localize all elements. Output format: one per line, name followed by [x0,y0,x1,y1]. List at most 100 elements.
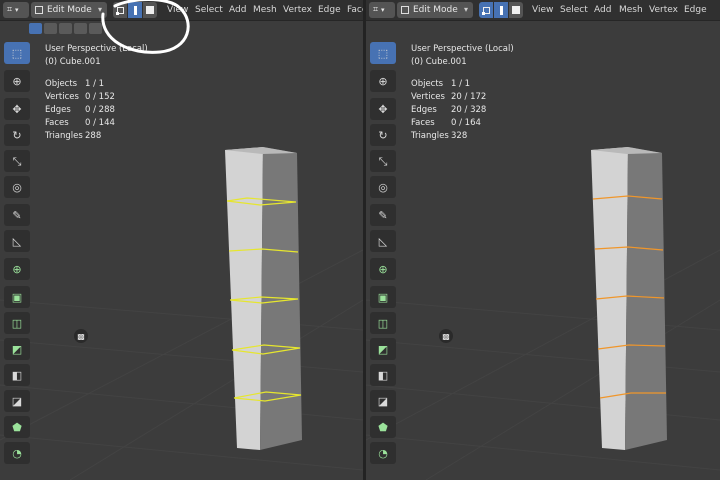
edge-select-icon [499,5,503,15]
loop-cut-icon: ◧ [11,368,23,382]
menu-view[interactable]: View [532,0,553,20]
tool-move[interactable]: ✥ [370,98,396,120]
tool-extrude-region[interactable]: ▣ [4,286,30,308]
stat-label: Triangles [45,131,83,141]
transform-icon: ◎ [12,180,22,194]
menu-select[interactable]: Select [195,0,223,20]
menu-vertex[interactable]: Vertex [649,0,678,20]
tool-scale[interactable]: ⤡ [370,150,396,172]
menu-mesh[interactable]: Mesh [619,0,643,20]
viewport-header: ⌗ ▾ Edit Mode ▾ View Select Add Mesh Ver… [366,0,720,21]
tool-settings-bar [29,23,102,34]
tool-extrude-region[interactable]: ▣ [370,286,396,308]
tool-measure[interactable]: ◺ [4,230,30,252]
camera-toggle-icon[interactable]: ▩ [439,329,453,343]
tool-add-cube[interactable]: ⊕ [4,258,30,280]
menu-mesh[interactable]: Mesh [253,0,277,20]
menu-edge[interactable]: Edge [684,0,707,20]
face-select-icon [146,6,154,14]
mode-dropdown[interactable]: Edit Mode ▾ [31,2,107,18]
stat-value: 20 / 328 [451,105,487,115]
select-invert-button[interactable] [74,23,87,34]
tool-cursor[interactable]: ⊕ [370,70,396,92]
edge-select-button[interactable] [494,2,508,18]
menu-add[interactable]: Add [229,0,246,20]
tool-loop-cut[interactable]: ◧ [4,364,30,386]
select-box-icon: ⬚ [11,46,23,60]
select-new-button[interactable] [29,23,42,34]
bevel-icon: ◩ [377,342,389,356]
tool-select-box[interactable]: ⬚ [370,42,396,64]
rotate-icon: ↻ [12,128,22,142]
stat-label: Objects [45,79,78,89]
tool-transform[interactable]: ◎ [4,176,30,198]
camera-toggle-icon[interactable]: ▩ [74,329,88,343]
select-intersect-button[interactable] [89,23,102,34]
menu-edge[interactable]: Edge [318,0,341,20]
editor-type-button[interactable]: ⌗ ▾ [369,2,395,18]
menu-add[interactable]: Add [594,0,611,20]
vertex-select-icon [481,6,490,15]
knife-icon: ◪ [377,394,389,408]
viewport-canvas[interactable] [0,0,363,480]
tool-knife[interactable]: ◪ [370,390,396,412]
chevron-down-icon: ▾ [97,5,102,14]
tool-spin[interactable]: ◔ [370,442,396,464]
tool-move[interactable]: ✥ [4,98,30,120]
mode-dropdown[interactable]: Edit Mode ▾ [397,2,473,18]
vertex-select-button[interactable] [113,2,127,18]
tool-cursor[interactable]: ⊕ [4,70,30,92]
tool-inset-faces[interactable]: ◫ [370,312,396,334]
viewport-right[interactable]: ⌗ ▾ Edit Mode ▾ View Select Add Mesh Ver… [366,0,720,480]
face-select-button[interactable] [509,2,523,18]
stat-value: 0 / 288 [85,105,115,115]
tool-loop-cut[interactable]: ◧ [370,364,396,386]
select-subtract-button[interactable] [59,23,72,34]
cursor-icon: ⊕ [378,74,388,88]
menu-face[interactable]: Face [347,0,363,20]
vertex-select-button[interactable] [479,2,493,18]
move-icon: ✥ [12,102,22,116]
tool-transform[interactable]: ◎ [370,176,396,198]
scale-icon: ⤡ [12,154,22,168]
face-select-icon [512,6,520,14]
menu-select[interactable]: Select [560,0,588,20]
tool-poly-build[interactable]: ⬟ [370,416,396,438]
tool-rotate[interactable]: ↻ [4,124,30,146]
edge-select-button[interactable] [128,2,142,18]
tool-rotate[interactable]: ↻ [370,124,396,146]
viewport-header: ⌗ ▾ Edit Mode ▾ View Select Add Mesh Ver… [0,0,363,21]
tool-spin[interactable]: ◔ [4,442,30,464]
tool-measure[interactable]: ◺ [370,230,396,252]
face-select-button[interactable] [143,2,157,18]
tool-scale[interactable]: ⤡ [4,150,30,172]
menu-view[interactable]: View [167,0,188,20]
viewport-left[interactable]: ⌗ ▾ Edit Mode ▾ View Select Add Mesh Ver… [0,0,363,480]
tool-poly-build[interactable]: ⬟ [4,416,30,438]
tool-bevel[interactable]: ◩ [4,338,30,360]
measure-icon: ◺ [12,234,22,248]
loop-cut-icon: ◧ [377,368,389,382]
tool-annotate[interactable]: ✎ [4,204,30,226]
stat-label: Edges [411,105,437,115]
tool-annotate[interactable]: ✎ [370,204,396,226]
stat-value: 1 / 1 [85,79,105,89]
stat-label: Objects [411,79,444,89]
move-icon: ✥ [378,102,388,116]
editor-type-button[interactable]: ⌗ ▾ [3,2,29,18]
tool-bevel[interactable]: ◩ [370,338,396,360]
tool-add-cube[interactable]: ⊕ [370,258,396,280]
tool-inset-faces[interactable]: ◫ [4,312,30,334]
menu-vertex[interactable]: Vertex [283,0,312,20]
extrude-region-icon: ▣ [377,290,389,304]
mode-label: Edit Mode [47,5,92,15]
select-extend-button[interactable] [44,23,57,34]
spin-icon: ◔ [12,446,22,460]
viewport-canvas[interactable] [366,0,720,480]
stat-label: Edges [45,105,71,115]
edit-mode-icon [35,6,43,14]
inset-faces-icon: ◫ [11,316,23,330]
transform-icon: ◎ [378,180,388,194]
tool-select-box[interactable]: ⬚ [4,42,30,64]
tool-knife[interactable]: ◪ [4,390,30,412]
